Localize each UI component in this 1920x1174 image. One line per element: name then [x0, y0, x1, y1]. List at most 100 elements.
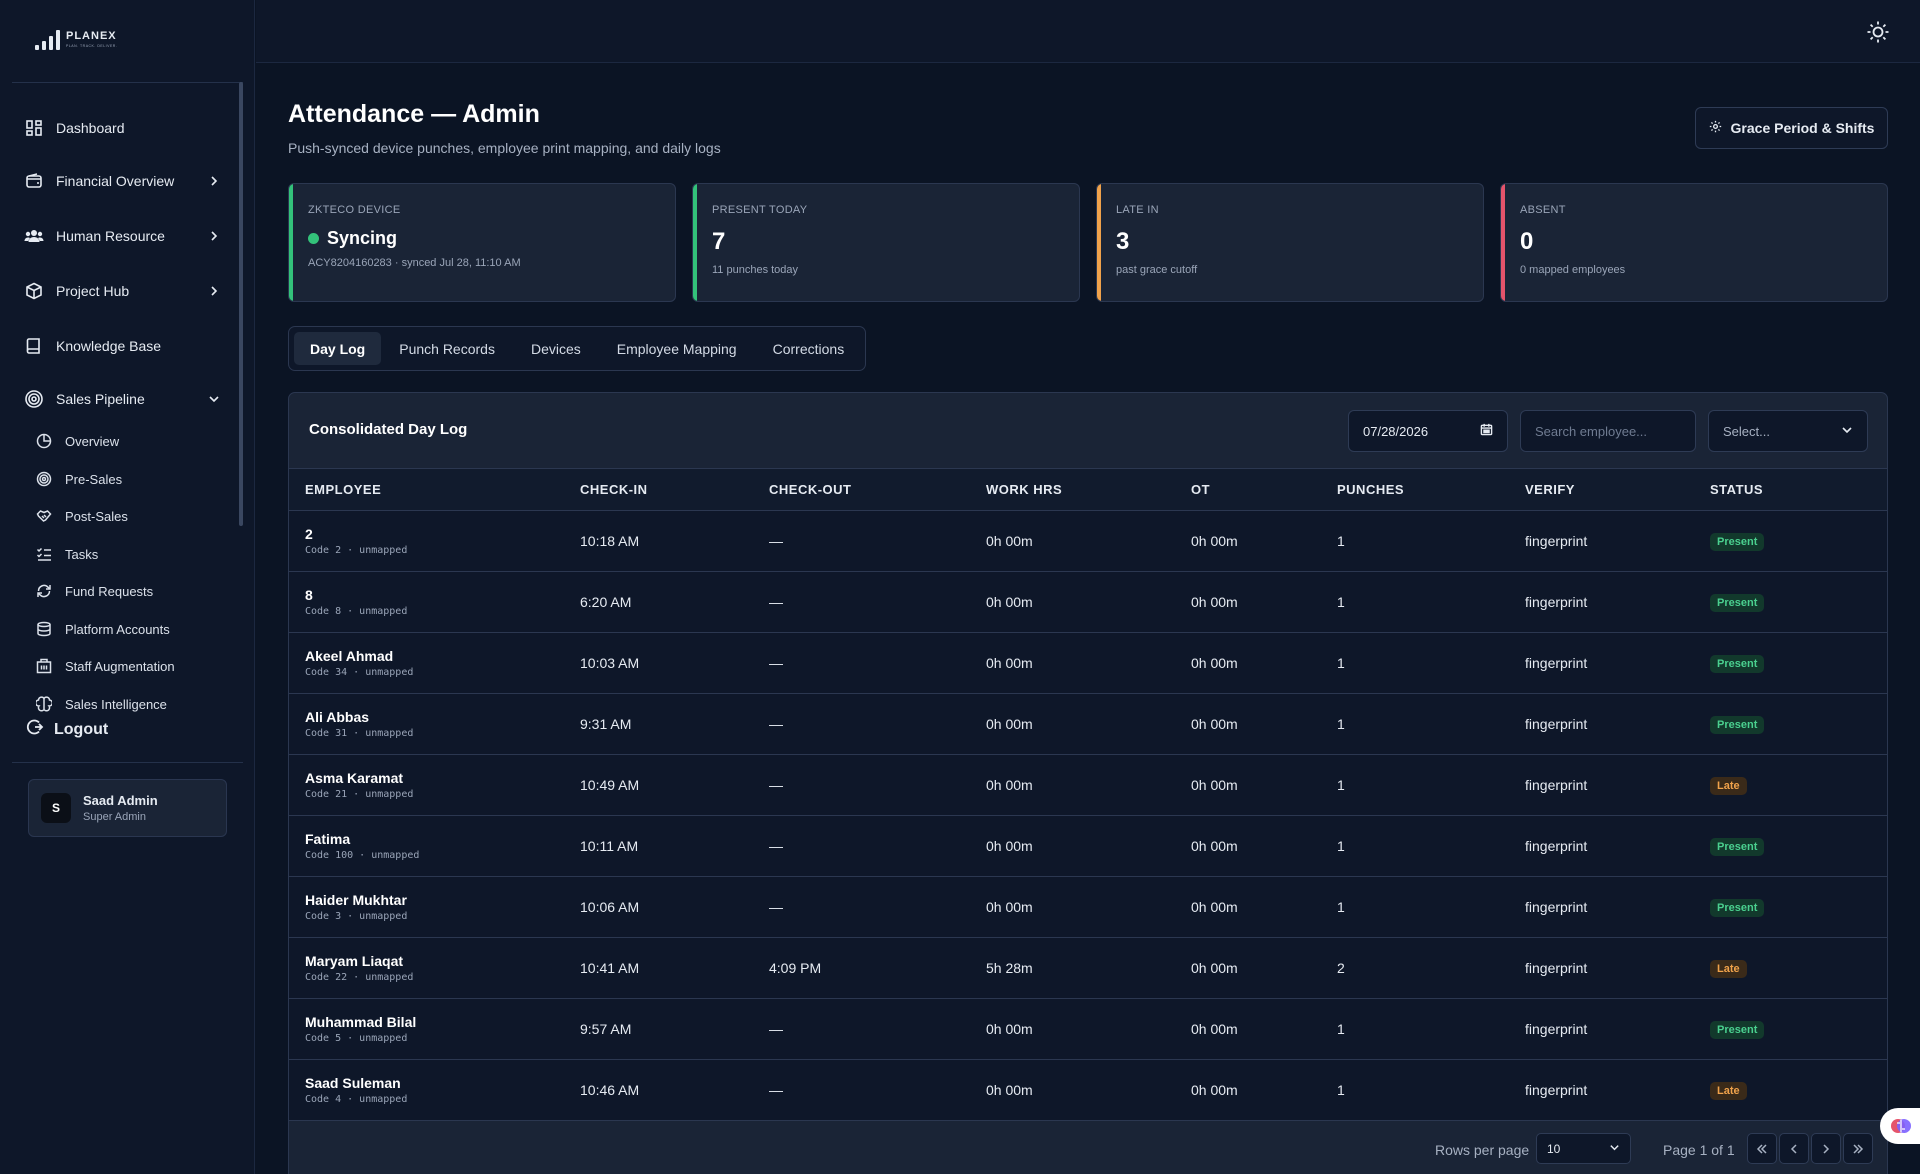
column-header[interactable]: CHECK-IN	[580, 469, 769, 511]
employee-meta: Code 22 · unmapped	[305, 972, 414, 983]
sidebar-subitem-label: Fund Requests	[65, 583, 154, 599]
status-badge: Present	[1710, 898, 1765, 917]
sidebar-scrollbar[interactable]	[239, 82, 243, 526]
chevron-right-icon	[208, 284, 220, 300]
employee-cell: Fatima Code 100 · unmapped	[289, 816, 580, 877]
verify-cell: fingerprint	[1525, 594, 1588, 610]
column-header[interactable]: VERIFY	[1525, 469, 1710, 511]
page-subtitle: Push-synced device punches, employee pri…	[288, 140, 721, 156]
assistant-launcher-button[interactable]	[1880, 1108, 1920, 1144]
chevrons-left-icon	[1756, 1143, 1767, 1154]
column-header[interactable]: CHECK-OUT	[769, 469, 986, 511]
check-out-cell: —	[769, 1082, 783, 1098]
sidebar-subitem-fund-requests[interactable]: Fund Requests	[35, 576, 225, 606]
punches-cell: 1	[1337, 655, 1345, 671]
sidebar-subitem-overview[interactable]: Overview	[35, 426, 225, 456]
page-title: Attendance — Admin	[288, 100, 540, 128]
column-header[interactable]: PUNCHES	[1337, 469, 1525, 511]
employee-meta: Code 100 · unmapped	[305, 850, 420, 861]
verify-cell: fingerprint	[1525, 777, 1588, 793]
punches-cell: 2	[1337, 960, 1345, 976]
calendar-icon[interactable]	[1480, 423, 1493, 439]
grace-period-shifts-button[interactable]: Grace Period & Shifts	[1695, 107, 1888, 149]
box-icon	[24, 281, 44, 301]
sidebar-subitem-pre-sales[interactable]: Pre-Sales	[35, 464, 225, 494]
sidebar-item-human-resource[interactable]: Human Resource	[22, 214, 230, 258]
employee-name: 8	[305, 587, 313, 603]
logout-button[interactable]: Logout	[26, 718, 108, 741]
user-role: Super Admin	[83, 811, 146, 823]
table-row[interactable]: 8 Code 8 · unmapped 6:20 AM — 0h 00m 0h …	[289, 571, 1887, 633]
chevron-down-icon	[208, 392, 220, 408]
status-cell: Late	[1710, 938, 1887, 999]
employee-cell: Maryam Liaqat Code 22 · unmapped	[289, 938, 580, 999]
sidebar-item-label: Financial Overview	[56, 173, 175, 189]
next-page-button[interactable]	[1811, 1133, 1841, 1164]
tab-punch-records[interactable]: Punch Records	[381, 332, 513, 365]
ot-cell: 0h 00m	[1191, 899, 1238, 915]
logo-name: PLANEX	[66, 30, 117, 42]
sidebar-item-project-hub[interactable]: Project Hub	[22, 269, 230, 313]
table-row[interactable]: Saad Suleman Code 4 · unmapped 10:46 AM …	[289, 1059, 1887, 1121]
sidebar-item-knowledge-base[interactable]: Knowledge Base	[22, 324, 230, 368]
table-row[interactable]: 2 Code 2 · unmapped 10:18 AM — 0h 00m 0h…	[289, 510, 1887, 572]
ot-cell: 0h 00m	[1191, 716, 1238, 732]
column-header[interactable]: STATUS	[1710, 469, 1887, 511]
date-picker-input[interactable]: 07/28/2026	[1348, 410, 1508, 452]
sidebar-subitem-post-sales[interactable]: Post-Sales	[35, 501, 225, 531]
ot-cell: 0h 00m	[1191, 777, 1238, 793]
employee-meta: Code 21 · unmapped	[305, 789, 414, 800]
status-filter-select[interactable]: Select...	[1708, 410, 1868, 452]
sidebar-item-dashboard[interactable]: Dashboard	[22, 106, 230, 150]
employee-cell: Asma Karamat Code 21 · unmapped	[289, 755, 580, 816]
table-row[interactable]: Haider Mukhtar Code 3 · unmapped 10:06 A…	[289, 876, 1887, 938]
verify-cell: fingerprint	[1525, 960, 1588, 976]
employee-meta: Code 5 · unmapped	[305, 1033, 408, 1044]
sidebar-item-label: Human Resource	[56, 228, 165, 244]
search-employee-input[interactable]	[1520, 410, 1696, 452]
table-row[interactable]: Fatima Code 100 · unmapped 10:11 AM — 0h…	[289, 815, 1887, 877]
table-row[interactable]: Maryam Liaqat Code 22 · unmapped 10:41 A…	[289, 937, 1887, 999]
status-badge: Late	[1710, 1081, 1747, 1100]
sidebar-item-sales-pipeline[interactable]: Sales Pipeline	[22, 377, 230, 421]
sidebar-subitem-sales-intelligence[interactable]: Sales Intelligence	[35, 689, 225, 719]
verify-cell: fingerprint	[1525, 533, 1588, 549]
user-profile-card[interactable]: S Saad Admin Super Admin	[28, 779, 227, 837]
sidebar-subitem-staff-augmentation[interactable]: Staff Augmentation	[35, 651, 225, 681]
column-header[interactable]: OT	[1191, 469, 1337, 511]
check-out-cell: —	[769, 899, 783, 915]
status-badge: Present	[1710, 593, 1765, 612]
tab-corrections[interactable]: Corrections	[755, 332, 863, 365]
tab-employee-mapping[interactable]: Employee Mapping	[599, 332, 755, 365]
app-logo[interactable]: PLANEX PLAN. TRACK. DELIVER.	[35, 30, 117, 50]
previous-page-button[interactable]	[1779, 1133, 1809, 1164]
table-row[interactable]: Asma Karamat Code 21 · unmapped 10:49 AM…	[289, 754, 1887, 816]
stat-card-late-in: LATE IN 3 past grace cutoff	[1096, 183, 1484, 302]
sidebar-item-financial-overview[interactable]: Financial Overview	[22, 159, 230, 203]
rows-per-page-select[interactable]: 10	[1536, 1133, 1631, 1164]
sidebar-subitem-label: Post-Sales	[65, 508, 128, 524]
building-icon	[35, 657, 53, 675]
column-header[interactable]: WORK HRS	[986, 469, 1191, 511]
work-hours-cell: 0h 00m	[986, 716, 1033, 732]
chevrons-right-icon	[1853, 1143, 1864, 1154]
sidebar-subitem-platform-accounts[interactable]: Platform Accounts	[35, 614, 225, 644]
refresh-icon	[35, 582, 53, 600]
check-in-cell: 9:57 AM	[580, 1021, 632, 1037]
tab-day-log[interactable]: Day Log	[294, 332, 382, 365]
table-row[interactable]: Ali Abbas Code 31 · unmapped 9:31 AM — 0…	[289, 693, 1887, 755]
target-icon	[35, 470, 53, 488]
table-row[interactable]: Muhammad Bilal Code 5 · unmapped 9:57 AM…	[289, 998, 1887, 1060]
column-header[interactable]: EMPLOYEE	[289, 469, 580, 511]
sidebar-subitem-label: Staff Augmentation	[65, 658, 175, 674]
status-cell: Present	[1710, 633, 1887, 694]
first-page-button[interactable]	[1747, 1133, 1777, 1164]
last-page-button[interactable]	[1843, 1133, 1873, 1164]
table-row[interactable]: Akeel Ahmad Code 34 · unmapped 10:03 AM …	[289, 632, 1887, 694]
tab-devices[interactable]: Devices	[513, 332, 599, 365]
sidebar-subitem-tasks[interactable]: Tasks	[35, 539, 225, 569]
theme-toggle-button[interactable]	[1866, 20, 1890, 44]
users-icon	[24, 226, 44, 246]
status-cell: Late	[1710, 1060, 1887, 1121]
status-badge: Present	[1710, 1020, 1765, 1039]
